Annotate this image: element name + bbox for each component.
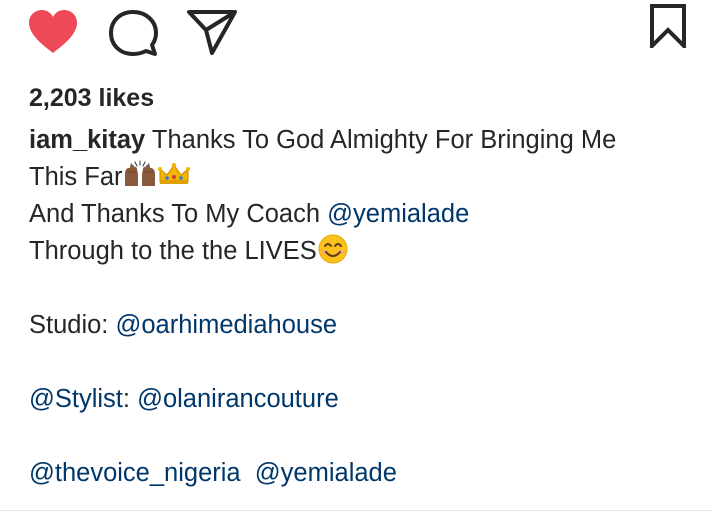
smiling-face-emoji-icon xyxy=(318,234,348,264)
comment-icon[interactable] xyxy=(108,9,158,57)
mention-link[interactable]: @yemialade xyxy=(327,200,469,228)
caption-line: Through to the the LIVES xyxy=(29,233,699,270)
caption-text xyxy=(241,459,255,487)
caption-text: Through to the the LIVES xyxy=(29,237,317,265)
divider xyxy=(0,510,711,511)
caption-line: This Far xyxy=(29,159,699,196)
post-action-bar xyxy=(0,0,711,64)
caption-text: Thanks To God Almighty For Bringing Me xyxy=(145,126,617,154)
caption-line: And Thanks To My Coach @yemialade xyxy=(29,196,699,233)
raising-hands-emoji-icon xyxy=(124,160,155,186)
mention-link[interactable]: @oarhimediahouse xyxy=(115,311,337,339)
caption-text: This Far xyxy=(29,163,123,191)
caption-line: Studio: @oarhimediahouse xyxy=(29,307,699,344)
caption-line: iam_kitay Thanks To God Almighty For Bri… xyxy=(29,122,699,159)
crown-emoji-icon xyxy=(157,163,190,184)
caption-text: Studio: xyxy=(29,311,116,339)
caption-line: @Stylist: @olanirancouture xyxy=(29,381,699,418)
bookmark-icon[interactable] xyxy=(646,4,690,48)
caption-text: And Thanks To My Coach xyxy=(29,200,328,228)
paper-plane-icon[interactable] xyxy=(186,8,238,56)
post-caption: iam_kitay Thanks To God Almighty For Bri… xyxy=(29,122,699,492)
likes-count[interactable]: 2,203 likes xyxy=(29,82,154,114)
caption-text: : xyxy=(122,385,138,413)
mention-link[interactable]: @yemialade xyxy=(255,459,397,487)
mention-link[interactable]: @thevoice_nigeria xyxy=(29,459,241,487)
mention-link[interactable]: @olanirancouture xyxy=(137,385,339,413)
heart-icon[interactable] xyxy=(27,9,79,55)
mention-link[interactable]: @Stylist xyxy=(29,385,123,413)
caption-username[interactable]: iam_kitay xyxy=(29,126,145,154)
caption-line: @thevoice_nigeria @yemialade xyxy=(29,455,699,492)
